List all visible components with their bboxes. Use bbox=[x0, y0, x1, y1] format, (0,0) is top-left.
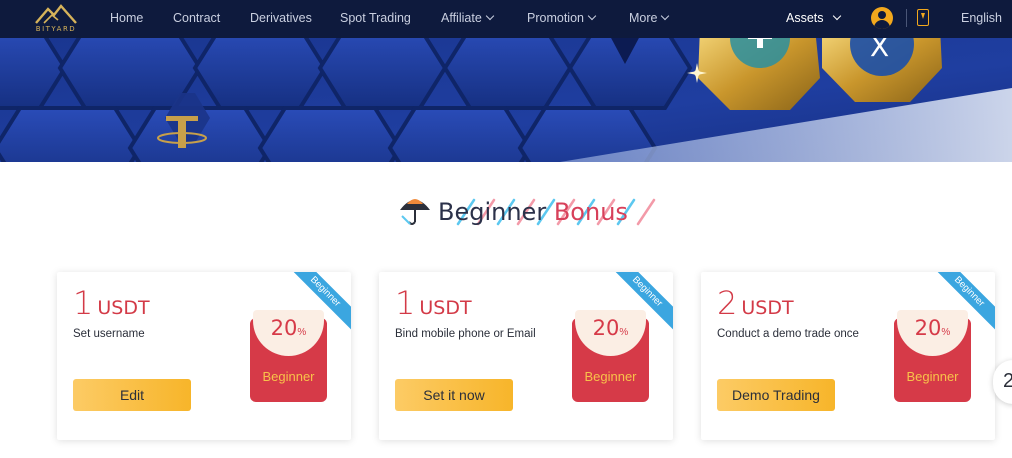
nav-assets[interactable]: Assets bbox=[786, 0, 841, 38]
bonus-card-bind-contact: 1 USDT Bind mobile phone or Email Set it … bbox=[379, 272, 673, 440]
svg-text:X: X bbox=[870, 38, 889, 63]
umbrella-icon bbox=[400, 199, 430, 225]
envelope-label: Beginner bbox=[584, 369, 637, 384]
nav-promotion[interactable]: Promotion bbox=[527, 0, 597, 38]
chevron-down-icon bbox=[661, 11, 670, 21]
edit-button[interactable]: Edit bbox=[73, 379, 191, 411]
nav-assets-label: Assets bbox=[786, 11, 824, 25]
envelope-percent: 20% bbox=[250, 316, 327, 340]
envelope-label: Beginner bbox=[906, 369, 959, 384]
title-word-1: Beginner bbox=[438, 198, 547, 226]
bonus-amount-value: 1 bbox=[395, 284, 416, 322]
chevron-down-icon bbox=[485, 11, 495, 21]
mountain-logo-icon bbox=[35, 4, 77, 24]
page-title: Beginner Bonus bbox=[438, 198, 628, 226]
nav-contract[interactable]: Contract bbox=[173, 0, 220, 38]
bonus-task: Bind mobile phone or Email bbox=[395, 328, 536, 340]
banner-graphic: X bbox=[0, 38, 1012, 162]
avatar-body bbox=[874, 20, 890, 29]
floating-side-button[interactable]: 2 bbox=[993, 360, 1012, 404]
nav-promotion-label: Promotion bbox=[527, 11, 584, 25]
floating-button-label: 2 bbox=[1003, 370, 1012, 392]
avatar-head bbox=[878, 11, 886, 19]
bonus-task: Set username bbox=[73, 328, 145, 340]
nav-affiliate[interactable]: Affiliate bbox=[441, 0, 495, 38]
bonus-amount-value: 2 bbox=[717, 284, 738, 322]
nav-more[interactable]: More bbox=[629, 0, 670, 38]
bonus-task: Conduct a demo trade once bbox=[717, 328, 859, 340]
percent-sign: % bbox=[297, 327, 307, 338]
top-nav-bar: BITYARD Home Contract Derivatives Spot T… bbox=[0, 0, 1012, 38]
bonus-amount: 2 USDT bbox=[717, 284, 794, 322]
red-envelope-icon: 20% Beginner bbox=[894, 310, 971, 402]
bityard-logo[interactable]: BITYARD bbox=[30, 3, 82, 35]
nav-more-label: More bbox=[629, 11, 658, 25]
percent-sign: % bbox=[619, 327, 629, 338]
percent-value: 20 bbox=[270, 316, 298, 340]
envelope-percent: 20% bbox=[572, 316, 649, 340]
bonus-amount-unit: USDT bbox=[419, 297, 472, 319]
nav-affiliate-label: Affiliate bbox=[441, 11, 482, 25]
set-it-now-button[interactable]: Set it now bbox=[395, 379, 513, 411]
bonus-amount: 1 USDT bbox=[395, 284, 472, 322]
percent-sign: % bbox=[941, 327, 951, 338]
nav-home[interactable]: Home bbox=[110, 0, 143, 38]
bonus-card-username: 1 USDT Set username Edit 20% Beginner Beg… bbox=[57, 272, 351, 440]
envelope-label: Beginner bbox=[262, 369, 315, 384]
title-word-2: Bonus bbox=[553, 198, 628, 226]
nav-divider bbox=[906, 9, 907, 27]
bonus-amount: 1 USDT bbox=[73, 284, 150, 322]
chevron-down-icon bbox=[832, 11, 841, 21]
bonus-card-demo-trade: 2 USDT Conduct a demo trade once Demo Tra… bbox=[701, 272, 995, 440]
bonus-amount-value: 1 bbox=[73, 284, 94, 322]
nav-derivatives[interactable]: Derivatives bbox=[250, 0, 312, 38]
red-envelope-icon: 20% Beginner bbox=[250, 310, 327, 402]
percent-value: 20 bbox=[592, 316, 620, 340]
chevron-down-icon bbox=[587, 11, 597, 21]
language-selector[interactable]: English bbox=[961, 0, 1002, 38]
bonus-amount-unit: USDT bbox=[97, 297, 150, 319]
promo-banner: X bbox=[0, 38, 1012, 162]
demo-trading-button[interactable]: Demo Trading bbox=[717, 379, 835, 411]
red-envelope-icon: 20% Beginner bbox=[572, 310, 649, 402]
download-app-icon[interactable] bbox=[917, 9, 929, 26]
bonus-amount-unit: USDT bbox=[741, 297, 794, 319]
nav-spot-trading[interactable]: Spot Trading bbox=[340, 0, 411, 38]
logo-text: BITYARD bbox=[35, 25, 77, 33]
envelope-percent: 20% bbox=[894, 316, 971, 340]
percent-value: 20 bbox=[914, 316, 942, 340]
user-avatar-icon[interactable] bbox=[871, 7, 893, 29]
